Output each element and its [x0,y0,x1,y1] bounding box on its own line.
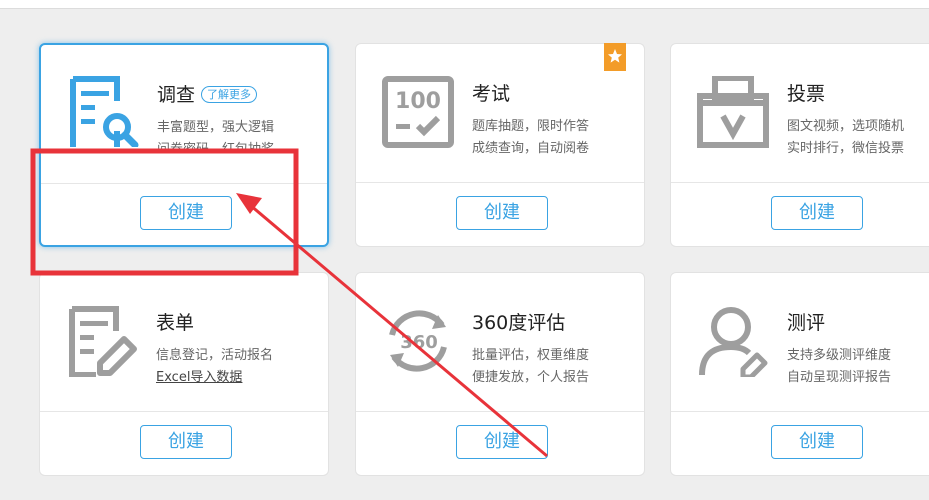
card-desc-line1: 信息登记，活动报名 [156,348,274,363]
card-divider [356,411,644,412]
exam-score-icon: 100 [382,76,454,148]
svg-text:100: 100 [395,89,441,114]
excel-import-link[interactable]: Excel导入数据 [156,366,242,385]
svg-text:360: 360 [400,332,438,353]
card-survey[interactable]: 调查 了解更多 丰富题型，强大逻辑 问卷密码，红包抽奖 创建 [39,43,329,247]
create-button[interactable]: 创建 [140,196,232,230]
card-divider [671,411,929,412]
card-title: 表单 [156,312,195,334]
card-desc-line1: 批量评估，权重维度 [472,348,590,363]
card-divider [671,182,929,183]
card-desc-line1: 丰富题型，强大逻辑 [157,120,275,135]
card-exam[interactable]: 100 考试 题库抽题，限时作答 成绩查询，自动阅卷 创建 [355,43,645,247]
card-desc-line2: 实时排行，微信投票 [787,141,905,156]
card-title: 测评 [787,312,826,334]
rotate-360-icon: 360 [389,310,447,372]
card-divider [40,411,328,412]
card-title: 投票 [787,83,826,105]
card-evaluation[interactable]: 测评 支持多级测评维度 自动呈现测评报告 创建 [670,272,929,476]
card-desc-line2: 自动呈现测评报告 [787,370,892,385]
card-desc-line1: 支持多级测评维度 [787,348,892,363]
create-button[interactable]: 创建 [456,425,548,459]
card-vote[interactable]: 投票 图文视频，选项随机 实时排行，微信投票 创建 [670,43,929,247]
card-title-text: 调查 [157,84,196,106]
card-desc-line1: 图文视频，选项随机 [787,119,905,134]
learn-more-link[interactable]: 了解更多 [201,86,258,103]
survey-icon [70,76,139,147]
star-badge-icon [604,43,626,71]
top-bar [0,0,929,9]
create-button[interactable]: 创建 [771,425,863,459]
card-divider [41,183,327,184]
card-desc-line1: 题库抽题，限时作答 [472,119,590,134]
card-desc-line2: 成绩查询，自动阅卷 [472,141,590,156]
card-title: 360度评估 [472,312,566,334]
create-button[interactable]: 创建 [771,196,863,230]
user-evaluation-icon [699,307,768,377]
card-desc-line2: 问卷密码，红包抽奖 [157,142,275,151]
card-title: 调查 了解更多 [157,80,258,107]
card-divider [356,182,644,183]
create-button[interactable]: 创建 [456,196,548,230]
form-edit-icon [69,306,137,377]
card-360-assessment[interactable]: 360 360度评估 批量评估，权重维度 便捷发放，个人报告 创建 [355,272,645,476]
card-form[interactable]: 表单 信息登记，活动报名 Excel导入数据 创建 [39,272,329,476]
card-desc-line2: 便捷发放，个人报告 [472,370,590,385]
create-button[interactable]: 创建 [140,425,232,459]
card-title: 考试 [472,83,511,105]
ballot-box-icon [697,76,769,148]
